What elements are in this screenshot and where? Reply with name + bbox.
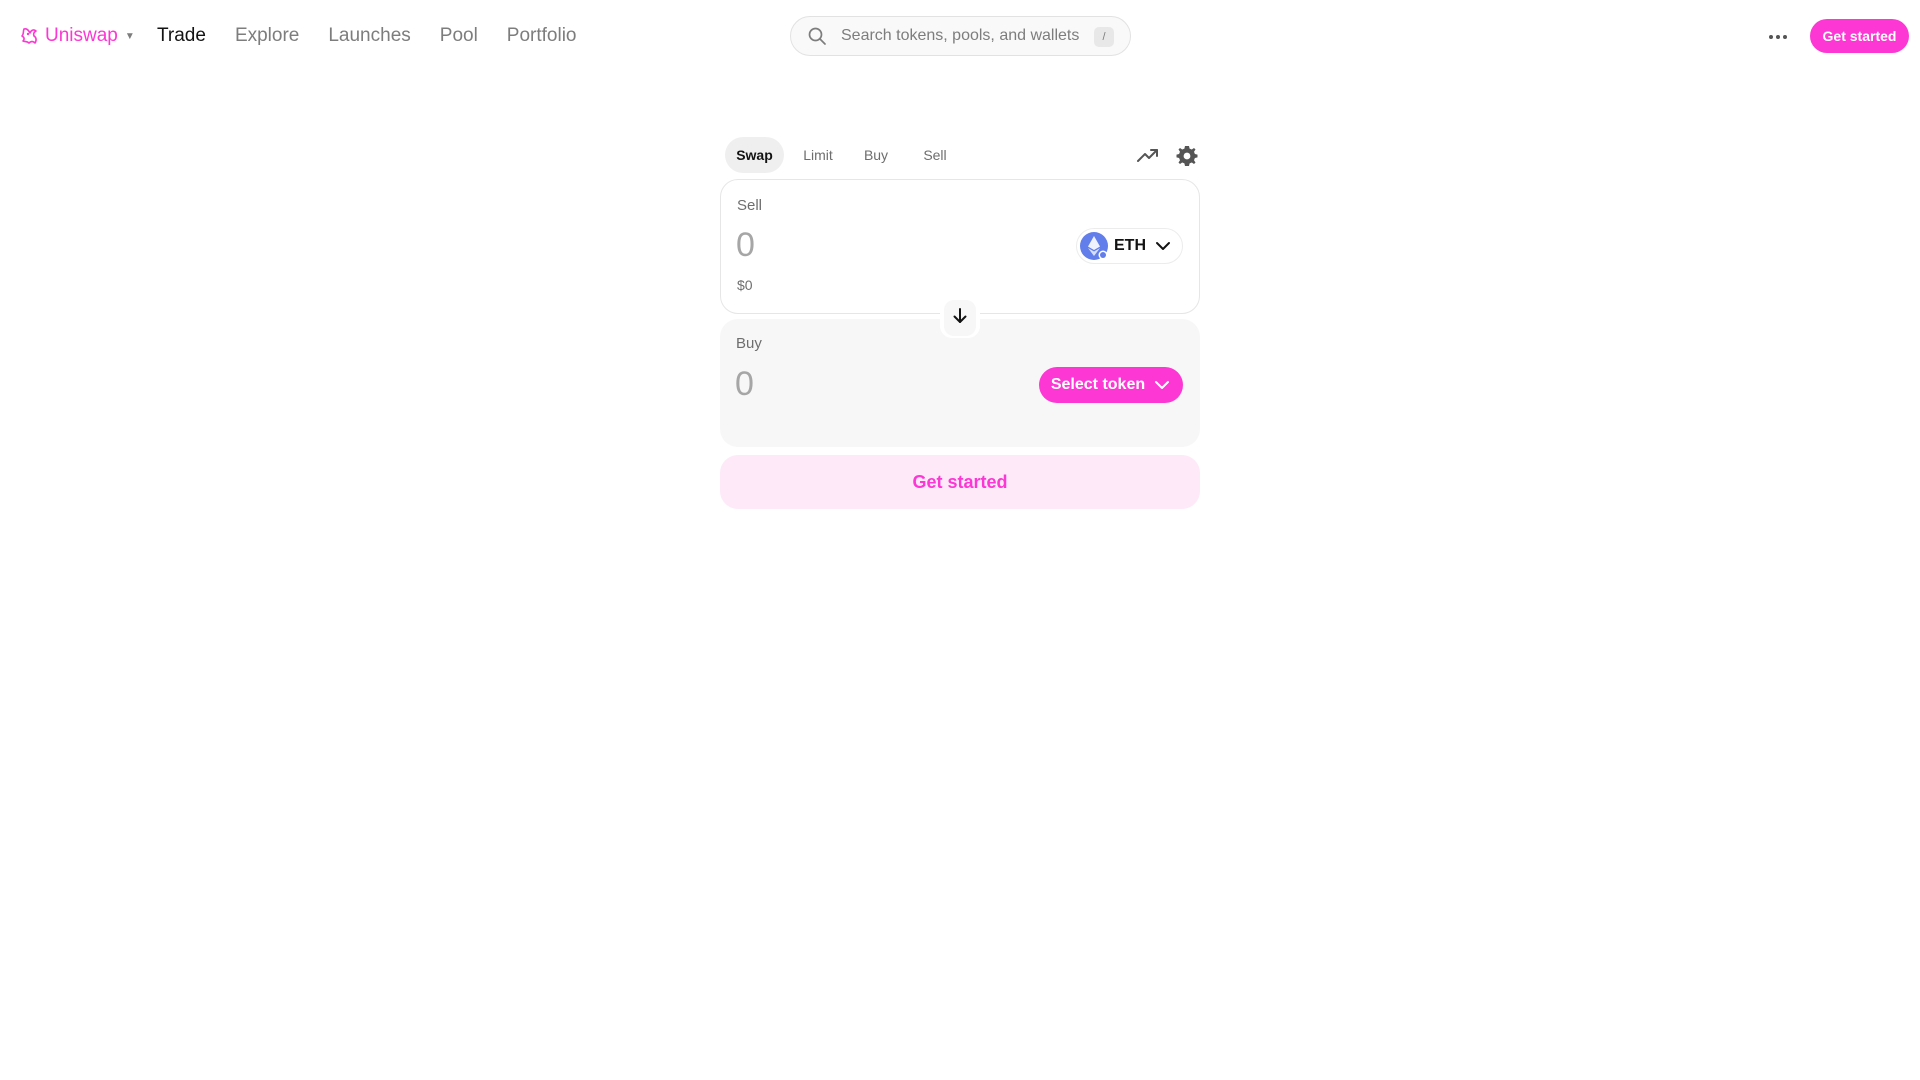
tab-limit[interactable]: Limit: [793, 137, 843, 173]
swap-widget: Swap Limit Buy Sell Sell $0: [720, 135, 1200, 509]
select-token-button[interactable]: Select token: [1039, 367, 1183, 403]
search-bar[interactable]: Search tokens, pools, and wallets /: [790, 16, 1131, 56]
price-chart-button[interactable]: [1136, 144, 1160, 168]
eth-token-icon: [1080, 232, 1108, 260]
search-placeholder: Search tokens, pools, and wallets: [841, 27, 1080, 44]
caret-down-icon: ▼: [124, 30, 135, 42]
buy-amount-input[interactable]: [735, 362, 1035, 406]
arrow-down-icon: [950, 306, 970, 331]
gear-icon: [1175, 146, 1199, 172]
chevron-down-icon: [1154, 237, 1172, 255]
nav-portfolio[interactable]: Portfolio: [507, 22, 577, 50]
swap-get-started-button[interactable]: Get started: [720, 455, 1200, 509]
sell-label: Sell: [737, 197, 763, 214]
top-navigation-bar: Uniswap ▼ Trade Explore Launches Pool Po…: [0, 0, 1920, 72]
sell-token-selector[interactable]: ETH: [1076, 228, 1183, 264]
buy-panel: Buy Select token: [720, 319, 1200, 447]
chevron-down-icon: [1153, 376, 1171, 394]
trending-up-icon: [1136, 149, 1160, 172]
search-icon: [807, 26, 827, 46]
main-nav: Trade Explore Launches Pool Portfolio: [157, 22, 606, 50]
uniswap-brand-menu[interactable]: Uniswap ▼: [19, 24, 135, 48]
sell-token-symbol: ETH: [1114, 237, 1146, 254]
nav-pool[interactable]: Pool: [440, 22, 478, 50]
tab-buy[interactable]: Buy: [856, 137, 896, 173]
tab-swap[interactable]: Swap: [725, 137, 784, 173]
more-options-button[interactable]: [1765, 23, 1791, 49]
select-token-label: Select token: [1050, 376, 1146, 393]
ellipsis-icon: [1768, 27, 1788, 45]
nav-trade[interactable]: Trade: [157, 22, 206, 50]
sell-panel: Sell $0 ETH: [720, 179, 1200, 314]
uniswap-logo-icon: [19, 25, 41, 47]
nav-launches[interactable]: Launches: [328, 22, 410, 50]
flip-tokens-button[interactable]: [940, 298, 980, 338]
flip-button-surface: [944, 300, 976, 336]
sell-usd-value: $0: [737, 277, 753, 293]
brand-name: Uniswap: [45, 25, 118, 46]
search-shortcut-badge: /: [1094, 27, 1114, 47]
swap-tabs: Swap Limit Buy Sell: [720, 135, 1200, 175]
header-get-started-button[interactable]: Get started: [1810, 19, 1909, 53]
settings-button[interactable]: [1175, 144, 1199, 168]
buy-label: Buy: [736, 335, 762, 352]
nav-explore[interactable]: Explore: [235, 22, 299, 50]
tab-sell[interactable]: Sell: [915, 137, 955, 173]
sell-amount-input[interactable]: [736, 223, 1036, 267]
